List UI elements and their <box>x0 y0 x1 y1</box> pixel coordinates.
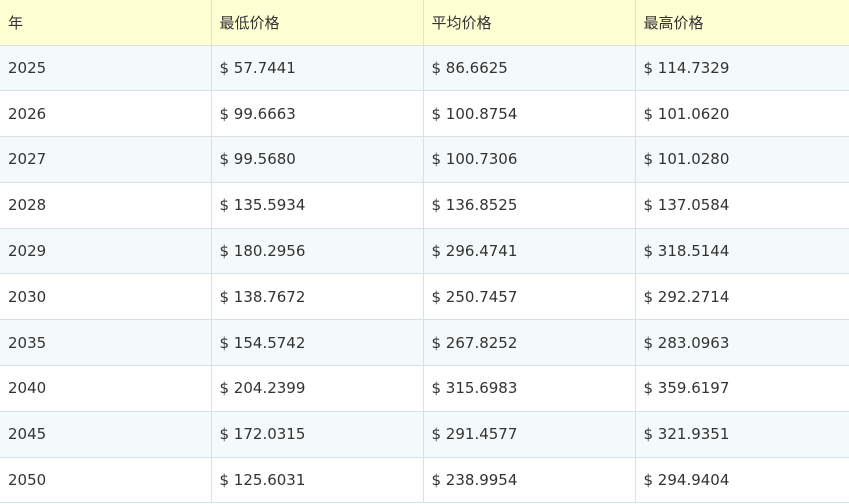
cell-year: 2025 <box>0 45 212 92</box>
cell-max-price: $ 137.0584 <box>635 182 849 229</box>
table-row: 2040 $ 204.2399 $ 315.6983 $ 359.6197 <box>0 365 849 412</box>
table-row: 2050 $ 125.6031 $ 238.9954 $ 294.9404 <box>0 457 849 504</box>
cell-year: 2028 <box>0 182 212 229</box>
cell-max-price: $ 114.7329 <box>635 45 849 92</box>
cell-avg-price: $ 136.8525 <box>423 182 636 229</box>
cell-max-price: $ 294.9404 <box>635 457 849 504</box>
cell-year: 2027 <box>0 136 212 183</box>
table-row: 2026 $ 99.6663 $ 100.8754 $ 101.0620 <box>0 90 849 138</box>
cell-max-price: $ 318.5144 <box>635 228 849 275</box>
cell-year: 2030 <box>0 273 212 321</box>
cell-avg-price: $ 267.8252 <box>423 319 636 367</box>
cell-min-price: $ 154.5742 <box>211 319 424 367</box>
table-row: 2027 $ 99.5680 $ 100.7306 $ 101.0280 <box>0 136 849 183</box>
header-avg-price: 平均价格 <box>423 0 636 46</box>
cell-avg-price: $ 100.8754 <box>423 90 636 138</box>
cell-avg-price: $ 315.6983 <box>423 365 636 412</box>
header-year: 年 <box>0 0 212 46</box>
cell-year: 2050 <box>0 457 212 504</box>
header-max-price: 最高价格 <box>635 0 849 46</box>
cell-year: 2035 <box>0 319 212 367</box>
cell-min-price: $ 99.5680 <box>211 136 424 183</box>
cell-avg-price: $ 238.9954 <box>423 457 636 504</box>
cell-max-price: $ 359.6197 <box>635 365 849 412</box>
table-row: 2029 $ 180.2956 $ 296.4741 $ 318.5144 <box>0 228 849 275</box>
cell-avg-price: $ 250.7457 <box>423 273 636 321</box>
cell-min-price: $ 99.6663 <box>211 90 424 138</box>
cell-max-price: $ 283.0963 <box>635 319 849 367</box>
table-row: 2028 $ 135.5934 $ 136.8525 $ 137.0584 <box>0 182 849 229</box>
table-body: 2025 $ 57.7441 $ 86.6625 $ 114.7329 2026… <box>0 45 849 504</box>
cell-min-price: $ 138.7672 <box>211 273 424 321</box>
table-row: 2035 $ 154.5742 $ 267.8252 $ 283.0963 <box>0 319 849 367</box>
header-min-price: 最低价格 <box>211 0 424 46</box>
cell-max-price: $ 101.0620 <box>635 90 849 138</box>
cell-min-price: $ 172.0315 <box>211 411 424 458</box>
price-forecast-table: 年 最低价格 平均价格 最高价格 2025 $ 57.7441 $ 86.662… <box>0 0 849 504</box>
header-row: 年 最低价格 平均价格 最高价格 <box>0 0 849 46</box>
cell-avg-price: $ 86.6625 <box>423 45 636 92</box>
cell-year: 2045 <box>0 411 212 458</box>
table-row: 2045 $ 172.0315 $ 291.4577 $ 321.9351 <box>0 411 849 458</box>
cell-min-price: $ 180.2956 <box>211 228 424 275</box>
cell-max-price: $ 321.9351 <box>635 411 849 458</box>
cell-avg-price: $ 100.7306 <box>423 136 636 183</box>
cell-max-price: $ 101.0280 <box>635 136 849 183</box>
cell-year: 2026 <box>0 90 212 138</box>
cell-avg-price: $ 291.4577 <box>423 411 636 458</box>
cell-min-price: $ 204.2399 <box>211 365 424 412</box>
table-header: 年 最低价格 平均价格 最高价格 <box>0 0 849 46</box>
table-row: 2025 $ 57.7441 $ 86.6625 $ 114.7329 <box>0 45 849 92</box>
cell-min-price: $ 57.7441 <box>211 45 424 92</box>
cell-year: 2029 <box>0 228 212 275</box>
table-row: 2030 $ 138.7672 $ 250.7457 $ 292.2714 <box>0 273 849 321</box>
cell-year: 2040 <box>0 365 212 412</box>
cell-min-price: $ 135.5934 <box>211 182 424 229</box>
cell-min-price: $ 125.6031 <box>211 457 424 504</box>
cell-avg-price: $ 296.4741 <box>423 228 636 275</box>
cell-max-price: $ 292.2714 <box>635 273 849 321</box>
